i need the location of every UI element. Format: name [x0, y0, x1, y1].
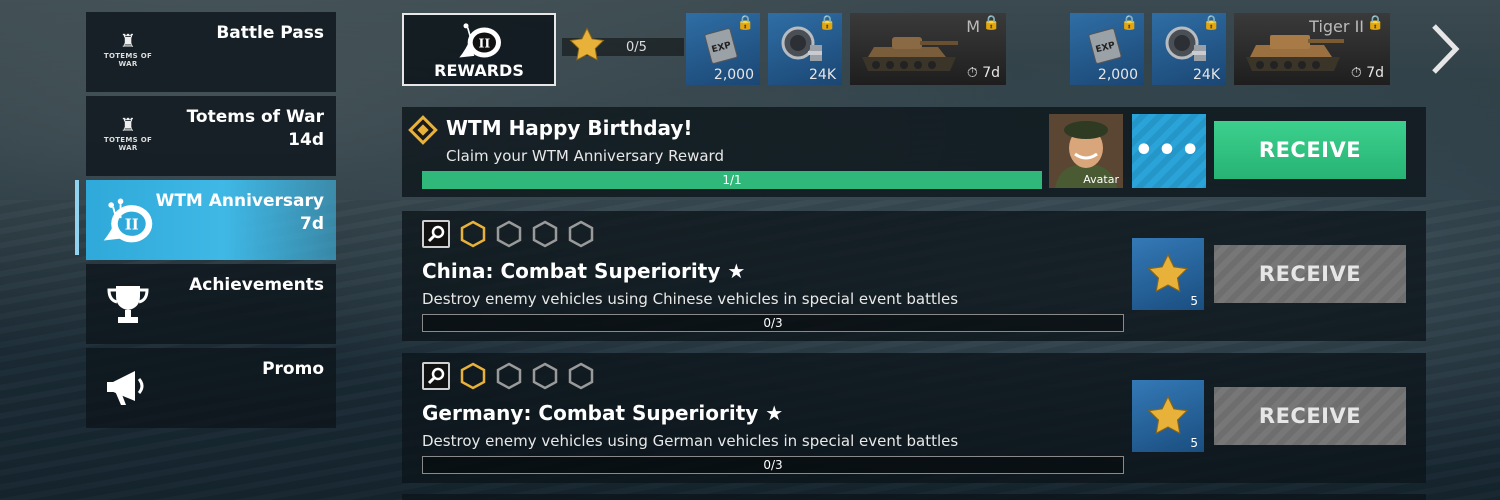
magnifier-button[interactable]	[422, 362, 450, 390]
reward-value: 24K	[1193, 67, 1220, 83]
quest-card	[402, 494, 1426, 500]
receive-button[interactable]: RECEIVE	[1214, 245, 1406, 303]
star-reward[interactable]: 5	[1132, 380, 1204, 452]
sidebar-item-promo[interactable]: Promo	[86, 348, 336, 428]
hexagon-empty-icon	[568, 220, 594, 248]
svg-text:II: II	[478, 36, 490, 51]
sidebar-item-wtm-anniversary[interactable]: II WTM Anniversary 7d	[86, 180, 336, 260]
quest-progress-text: 0/3	[763, 316, 783, 330]
reward-tank[interactable]: Tiger II 🔒 ⏱ 7d	[1234, 13, 1390, 85]
avatar-reward[interactable]: Avatar	[1049, 114, 1123, 188]
star-icon	[1147, 395, 1189, 435]
rewards-button[interactable]: II REWARDS	[402, 13, 556, 86]
lock-icon: 🔒	[1202, 15, 1220, 31]
reward-value: 2,000	[713, 67, 754, 83]
reward-value: 2,000	[1097, 67, 1138, 83]
hexagon-empty-icon	[532, 362, 558, 390]
quest-card: China: Combat Superiority ★ Destroy enem…	[402, 211, 1426, 341]
rewards-label: REWARDS	[434, 61, 524, 80]
quest-card: WTM Happy Birthday! Claim your WTM Anniv…	[402, 107, 1426, 197]
diamond-icon	[408, 115, 438, 149]
quest-description: Destroy enemy vehicles using Chinese veh…	[422, 290, 959, 308]
star-icon	[568, 26, 606, 68]
sidebar-item-label: Totems of War	[186, 107, 324, 127]
totems-of-war-logo: ♜ TOTEMS OF WAR	[103, 31, 153, 69]
reward-silver[interactable]: 🔒 24K	[768, 13, 842, 85]
reward-exp-booster[interactable]: EXP 🔒 2,000	[1070, 13, 1144, 85]
lock-icon: 🔒	[982, 15, 1000, 31]
timer-icon: ⏱	[966, 65, 978, 81]
chevron-right-icon[interactable]	[1426, 22, 1462, 76]
reward-count: 5	[1190, 294, 1198, 308]
lock-icon: 🔒	[1366, 15, 1384, 31]
reward-tank[interactable]: M 🔒 ⏱ 7d	[850, 13, 1006, 85]
sidebar-item-totems-of-war[interactable]: ♜ TOTEMS OF WAR Totems of War 14d	[86, 96, 336, 176]
star-reward[interactable]: 5	[1132, 238, 1204, 310]
reward-value: 24K	[809, 67, 836, 83]
lock-icon: 🔒	[1120, 15, 1138, 31]
hexagon-gold-icon	[460, 220, 486, 248]
quest-description: Claim your WTM Anniversary Reward	[446, 147, 724, 165]
tank-name: M	[966, 17, 980, 36]
quest-title: Germany: Combat Superiority ★	[422, 401, 784, 425]
search-icon	[427, 367, 445, 385]
quest-progress-bar: 1/1	[422, 171, 1042, 189]
hexagon-empty-icon	[568, 362, 594, 390]
quest-card: Germany: Combat Superiority ★ Destroy en…	[402, 353, 1426, 483]
tank-icon	[856, 27, 966, 81]
hexagon-empty-icon	[532, 220, 558, 248]
sidebar-item-timer: 14d	[288, 130, 324, 150]
reward-count: 5	[1190, 436, 1198, 450]
sidebar-item-label: WTM Anniversary	[155, 191, 324, 211]
reward-exp-booster[interactable]: EXP 🔒 2,000	[686, 13, 760, 85]
star-icon	[1147, 253, 1189, 293]
sidebar-item-battle-pass[interactable]: ♜ TOTEMS OF WAR Battle Pass	[86, 12, 336, 92]
trophy-icon	[100, 278, 156, 330]
tank-timer: 7d	[1366, 65, 1384, 81]
magnifier-button[interactable]	[422, 220, 450, 248]
hexagon-empty-icon	[496, 362, 522, 390]
quest-progress-bar: 0/3	[422, 314, 1124, 332]
snail-ii-icon: II	[456, 19, 506, 65]
quest-progress-text: 1/1	[722, 173, 742, 187]
sidebar-item-timer: 7d	[300, 214, 324, 234]
lock-icon: 🔒	[736, 15, 754, 31]
hexagon-gold-icon	[460, 362, 486, 390]
receive-button[interactable]: RECEIVE	[1214, 121, 1406, 179]
quest-title: WTM Happy Birthday!	[446, 116, 693, 140]
totems-of-war-logo: ♜ TOTEMS OF WAR	[103, 115, 153, 153]
sidebar-item-label: Battle Pass	[216, 23, 324, 43]
snail-ii-icon: II	[100, 194, 156, 246]
quest-progress-text: 0/3	[763, 458, 783, 472]
receive-button[interactable]: RECEIVE	[1214, 387, 1406, 445]
reward-silver[interactable]: 🔒 24K	[1152, 13, 1226, 85]
more-options-button[interactable]: •••	[1132, 114, 1206, 188]
quest-progress-bar: 0/3	[422, 456, 1124, 474]
exp-ticket-icon: EXP	[1086, 25, 1126, 69]
pass-progress-text: 0/5	[626, 40, 647, 55]
timer-icon: ⏱	[1350, 65, 1362, 81]
svg-text:II: II	[125, 215, 139, 233]
sidebar-item-achievements[interactable]: Achievements	[86, 264, 336, 344]
quest-title: China: Combat Superiority ★	[422, 259, 746, 283]
megaphone-icon	[100, 362, 156, 414]
tank-timer: 7d	[982, 65, 1000, 81]
hexagon-empty-icon	[496, 220, 522, 248]
sidebar-item-label: Achievements	[189, 275, 324, 295]
active-tab-indicator	[75, 180, 79, 255]
search-icon	[427, 225, 445, 243]
quest-description: Destroy enemy vehicles using German vehi…	[422, 432, 959, 450]
lock-icon: 🔒	[818, 15, 836, 31]
more-dots-icon: •••	[1134, 133, 1204, 168]
exp-ticket-icon: EXP	[702, 25, 742, 69]
reward-label: Avatar	[1083, 173, 1119, 186]
sidebar-item-label: Promo	[262, 359, 324, 379]
tank-name: Tiger II	[1309, 17, 1364, 36]
